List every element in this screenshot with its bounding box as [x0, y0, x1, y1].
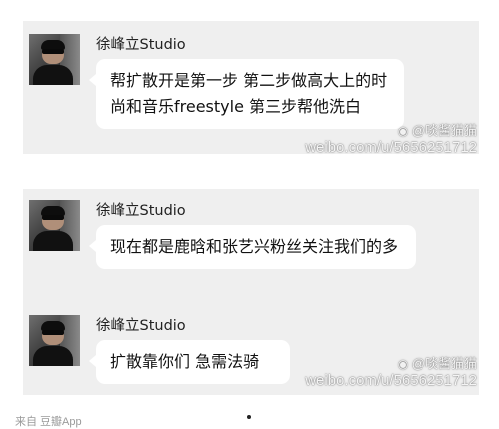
avatar[interactable] [29, 200, 80, 251]
watermark-handle: @啖酱猫猫 [411, 356, 477, 371]
watermark-url: weibo.com/u/5656251712 [305, 372, 477, 389]
message-text: 现在都是鹿晗和张艺兴粉丝关注我们的多 [110, 237, 399, 256]
sender-name: 徐峰立Studio [96, 203, 186, 219]
message-bubble: 帮扩散开是第一步 第二步做高大上的时尚和音乐freestyle 第三步帮他洗白 [89, 59, 404, 129]
message-text: 扩散靠你们 急需法骑 [110, 352, 260, 371]
avatar[interactable] [29, 315, 80, 366]
watermark-handle: @啖酱猫猫 [411, 123, 477, 138]
source-label[interactable]: 来自 豆瓣App [15, 413, 82, 429]
weibo-icon: ◉ [397, 357, 409, 371]
message-bubble: 现在都是鹿晗和张艺兴粉丝关注我们的多 [89, 225, 416, 269]
message-text: 帮扩散开是第一步 第二步做高大上的时尚和音乐freestyle 第三步帮他洗白 [110, 71, 388, 116]
watermark: ◉ @啖酱猫猫 weibo.com/u/5656251712 [305, 123, 477, 157]
avatar[interactable] [29, 34, 80, 85]
weibo-icon: ◉ [397, 124, 409, 138]
message-bubble: 扩散靠你们 急需法骑 [89, 340, 290, 384]
watermark-url: weibo.com/u/5656251712 [305, 139, 477, 156]
sender-name: 徐峰立Studio [96, 37, 186, 53]
page-indicator-dot [247, 415, 251, 419]
watermark: ◉ @啖酱猫猫 weibo.com/u/5656251712 [305, 356, 477, 390]
sender-name: 徐峰立Studio [96, 318, 186, 334]
